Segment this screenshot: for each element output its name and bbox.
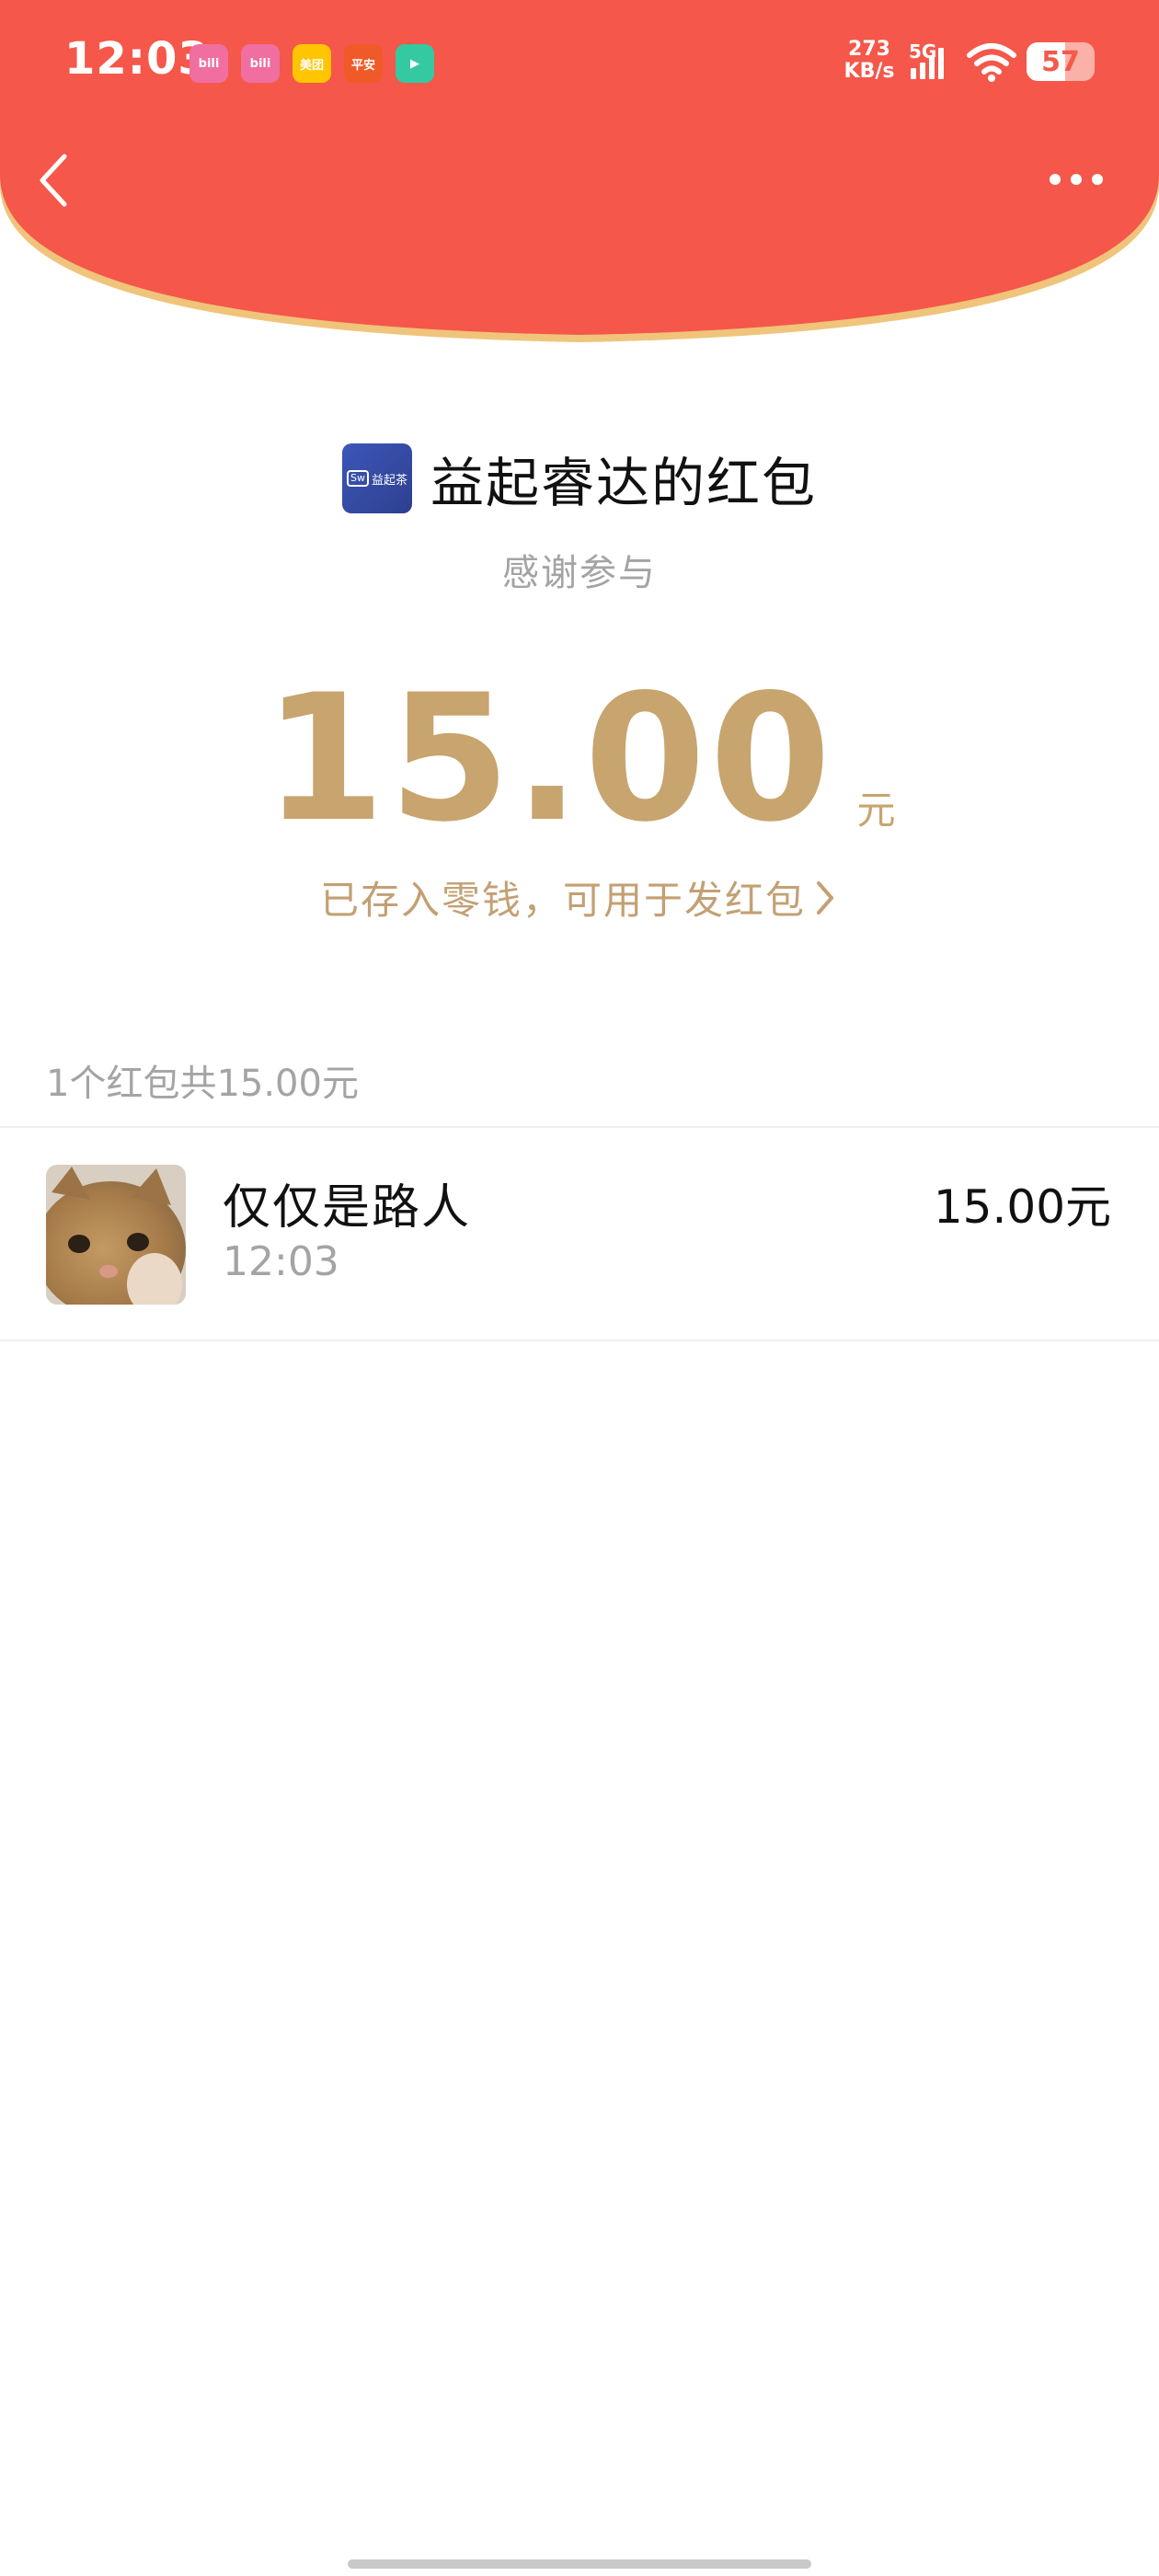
stored-to-balance-label: 已存入零钱，可用于发红包 xyxy=(319,878,806,923)
sender-logo-mark: Sw xyxy=(346,470,369,487)
amount-display: 15.00 元 xyxy=(0,662,1159,846)
receiver-list-item[interactable]: 仅仅是路人 12:03 15.00元 xyxy=(0,1130,1159,1340)
red-packet-detail-page: 12:03 bili bili 美团 平安 ▶ 273 KB/s 5G 57 S… xyxy=(0,0,1159,2576)
sender-logo-text: 益起茶 xyxy=(371,473,407,488)
bilibili-icon: bili xyxy=(241,44,280,83)
received-amount: 15.00元 xyxy=(933,1180,1111,1234)
cat-avatar[interactable] xyxy=(46,1165,186,1305)
network-speed-value: 273 xyxy=(848,38,890,61)
stored-to-balance-link[interactable]: 已存入零钱，可用于发红包 xyxy=(0,869,1159,926)
more-dots-icon xyxy=(1050,174,1103,185)
divider xyxy=(0,1126,1159,1128)
blessing-text: 感谢参与 xyxy=(502,552,657,594)
battery-level: 57 xyxy=(1041,45,1080,78)
status-bar: 12:03 bili bili 美团 平安 ▶ 273 KB/s 5G 57 xyxy=(0,0,1159,129)
receiver-name: 仅仅是路人 xyxy=(223,1180,472,1236)
divider xyxy=(0,1340,1159,1341)
sender-header: Sw 益起茶 益起睿达的红包 xyxy=(0,432,1159,524)
battery-icon: 57 xyxy=(1027,42,1095,81)
receive-time: 12:03 xyxy=(223,1238,339,1285)
network-speed: 273 KB/s xyxy=(839,39,900,83)
home-indicator[interactable] xyxy=(348,2559,811,2569)
amount-value: 15.00 xyxy=(263,657,835,860)
chevron-left-icon xyxy=(40,154,67,207)
back-button[interactable] xyxy=(28,147,83,213)
meituan-icon: 美团 xyxy=(293,44,331,83)
signal-icon: 5G xyxy=(909,40,944,83)
bilibili-icon: bili xyxy=(189,44,228,83)
more-options-button[interactable] xyxy=(1039,156,1113,202)
video-app-icon: ▶ xyxy=(396,44,434,83)
sender-logo: Sw 益起茶 xyxy=(341,443,412,513)
amount-unit: 元 xyxy=(856,788,896,833)
status-time: 12:03 xyxy=(64,33,210,85)
pingan-bank-icon: 平安 xyxy=(344,44,383,83)
sender-title: 益起睿达的红包 xyxy=(430,452,817,514)
network-speed-unit: KB/s xyxy=(843,60,895,83)
avatar-image xyxy=(46,1165,186,1305)
chevron-right-icon xyxy=(817,880,833,914)
packet-summary: 1个红包共15.00元 xyxy=(46,1063,359,1105)
notification-app-icons: bili bili 美团 平安 ▶ xyxy=(189,44,434,83)
wifi-icon xyxy=(967,43,1016,82)
